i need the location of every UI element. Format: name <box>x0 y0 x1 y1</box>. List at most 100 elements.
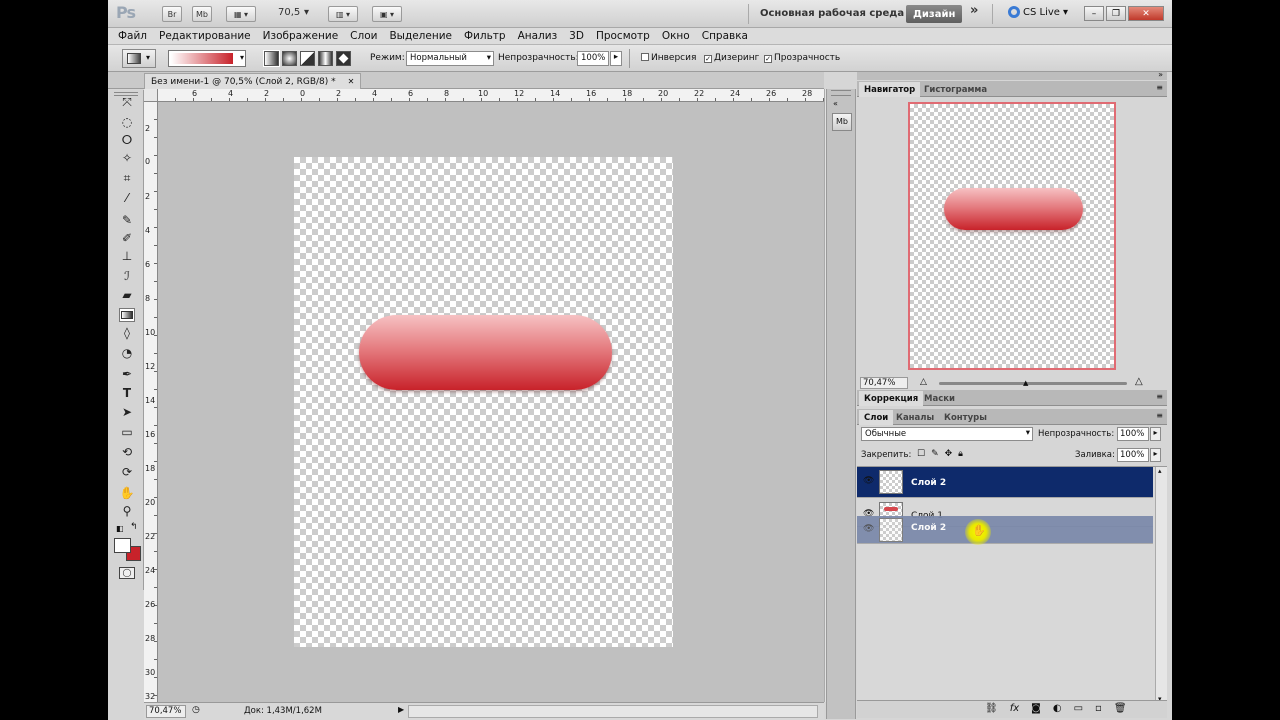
lock-pixels-icon[interactable]: ✎ <box>931 449 939 459</box>
zoom-tool-icon[interactable]: ⚲ <box>119 504 135 518</box>
menu-3d[interactable]: 3D <box>563 30 590 42</box>
quick-mask-icon[interactable]: ◯ <box>119 567 135 579</box>
mini-bridge-button[interactable]: Mb <box>192 6 212 22</box>
eye-icon[interactable]: 👁 <box>863 524 874 534</box>
transparency-option[interactable]: ✓ Прозрачность <box>764 53 840 63</box>
invert-checkbox[interactable] <box>641 53 649 61</box>
panel-menu-icon[interactable]: ≡ <box>1156 392 1163 401</box>
zoom-out-icon[interactable]: △ <box>920 377 927 387</box>
tab-masks[interactable]: Маски <box>919 391 960 406</box>
chevron-down-icon[interactable]: ▾ <box>304 7 309 18</box>
lock-all-icon[interactable]: 🔒︎ <box>958 449 963 459</box>
pen-tool-icon[interactable]: ✒ <box>119 367 135 381</box>
default-colors-icon[interactable]: ◧ <box>116 524 124 533</box>
navigator-preview[interactable] <box>908 102 1116 370</box>
tool-preset-picker[interactable]: ▾ <box>122 49 156 68</box>
zoom-level[interactable]: 70,5 <box>278 7 300 18</box>
lock-position-icon[interactable]: ✥ <box>945 449 953 459</box>
menu-analysis[interactable]: Анализ <box>512 30 564 42</box>
workspace-essentials[interactable]: Основная рабочая среда <box>760 8 904 19</box>
layer-style-icon[interactable]: fx <box>1010 703 1019 714</box>
close-window-button[interactable]: ✕ <box>1128 6 1164 21</box>
mini-bridge-panel-icon[interactable]: Mb <box>832 113 852 131</box>
transparent-canvas[interactable] <box>294 157 673 647</box>
clone-stamp-tool-icon[interactable]: ⊥ <box>119 249 135 263</box>
panel-menu-icon[interactable]: ≡ <box>1156 411 1163 420</box>
restore-button[interactable]: ❐ <box>1106 6 1126 21</box>
tab-navigator[interactable]: Навигатор <box>859 82 921 97</box>
diamond-gradient-icon[interactable] <box>336 51 351 66</box>
workspace-design[interactable]: Дизайн <box>906 5 963 23</box>
radial-gradient-icon[interactable] <box>282 51 297 66</box>
blur-tool-icon[interactable]: ◊ <box>119 326 135 340</box>
linear-gradient-icon[interactable] <box>263 50 280 67</box>
more-workspaces-icon[interactable]: » <box>970 3 978 18</box>
ruler-origin[interactable] <box>144 89 158 102</box>
status-info-icon[interactable]: ◷ <box>192 705 206 718</box>
canvas-workspace[interactable] <box>158 102 824 702</box>
quick-selection-tool-icon[interactable]: ✧ <box>119 151 135 165</box>
swap-colors-icon[interactable]: ↰ <box>130 522 138 532</box>
panel-menu-icon[interactable]: ≡ <box>1156 83 1163 92</box>
reflected-gradient-icon[interactable] <box>318 51 333 66</box>
layer-opacity-slider-toggle[interactable]: ▸ <box>1150 427 1161 441</box>
tab-layers[interactable]: Слои <box>859 410 894 425</box>
tab-channels[interactable]: Каналы <box>891 410 939 425</box>
document-tab[interactable]: Без имени-1 @ 70,5% (Слой 2, RGB/8) * ✕ <box>144 73 362 89</box>
arrange-documents-button[interactable]: ▥ ▾ <box>328 6 358 22</box>
crop-tool-icon[interactable]: ⌗ <box>119 171 135 185</box>
red-pill-shape[interactable] <box>359 315 612 390</box>
tab-histogram[interactable]: Гистограмма <box>919 82 992 97</box>
dodge-tool-icon[interactable]: ◔ <box>119 346 135 360</box>
dragged-layer-row[interactable]: 👁 Слой 2 <box>857 516 1153 544</box>
blend-mode-select[interactable]: Нормальный ▾ <box>406 51 494 66</box>
type-tool-icon[interactable]: T <box>119 386 135 400</box>
foreground-color-swatch[interactable] <box>114 538 131 553</box>
panels-grip[interactable]: » <box>857 70 1167 80</box>
adjustment-layer-icon[interactable]: ◐ <box>1053 703 1062 714</box>
opacity-slider-toggle[interactable]: ▸ <box>610 51 622 66</box>
menu-view[interactable]: Просмотр <box>590 30 656 42</box>
fill-slider-toggle[interactable]: ▸ <box>1150 448 1161 462</box>
horizontal-scrollbar[interactable] <box>408 705 818 718</box>
lasso-tool-icon[interactable]: ⵔ <box>119 133 135 147</box>
menu-window[interactable]: Окно <box>656 30 696 42</box>
dock-grip[interactable] <box>831 90 851 96</box>
dither-option[interactable]: ✓ Дизеринг <box>704 53 759 63</box>
status-zoom-field[interactable]: 70,47% <box>146 705 186 718</box>
transparency-checkbox[interactable]: ✓ <box>764 55 772 63</box>
eraser-tool-icon[interactable]: ▰ <box>119 288 135 302</box>
tab-paths[interactable]: Контуры <box>939 410 992 425</box>
status-menu-arrow[interactable]: ▶ <box>398 705 404 714</box>
shape-tool-icon[interactable]: ▭ <box>119 425 135 439</box>
menu-help[interactable]: Справка <box>696 30 754 42</box>
new-group-icon[interactable]: ▭ <box>1074 703 1083 714</box>
bridge-button[interactable]: Br <box>162 6 182 22</box>
menu-file[interactable]: Файл <box>112 30 153 42</box>
healing-brush-tool-icon[interactable]: ✎ <box>119 213 135 227</box>
menu-select[interactable]: Выделение <box>383 30 458 42</box>
layer-blend-mode-select[interactable]: Обычные ▾ <box>861 427 1033 441</box>
lock-transparency-icon[interactable]: ☐ <box>917 449 925 459</box>
3d-orbit-tool-icon[interactable]: ⟳ <box>119 465 135 479</box>
tab-adjustments[interactable]: Коррекция <box>859 391 924 406</box>
new-layer-icon[interactable]: ▫ <box>1095 703 1102 714</box>
angle-gradient-icon[interactable] <box>300 51 315 66</box>
scroll-up-icon[interactable]: ▴ <box>1158 467 1162 475</box>
menu-image[interactable]: Изображение <box>257 30 345 42</box>
zoom-in-icon[interactable]: △ <box>1135 376 1143 387</box>
close-tab-icon[interactable]: ✕ <box>348 77 355 86</box>
link-layers-icon[interactable]: ⛓ <box>985 703 998 714</box>
history-brush-tool-icon[interactable]: ℐ <box>119 269 135 283</box>
eyedropper-tool-icon[interactable]: ⁄ <box>119 191 135 205</box>
menu-layer[interactable]: Слои <box>344 30 383 42</box>
gradient-editor[interactable]: ▾ <box>168 50 246 67</box>
menu-edit[interactable]: Редактирование <box>153 30 257 42</box>
eye-icon[interactable]: 👁 <box>863 476 874 486</box>
path-selection-tool-icon[interactable]: ➤ <box>119 405 135 419</box>
screen-mode-button[interactable]: ▣ ▾ <box>372 6 402 22</box>
fill-input[interactable]: 100% <box>1117 448 1149 462</box>
marquee-tool-icon[interactable]: ◌ <box>119 115 135 129</box>
hand-tool-icon[interactable]: ✋ <box>119 486 135 500</box>
layer-mask-icon[interactable]: ◙ <box>1031 703 1041 714</box>
